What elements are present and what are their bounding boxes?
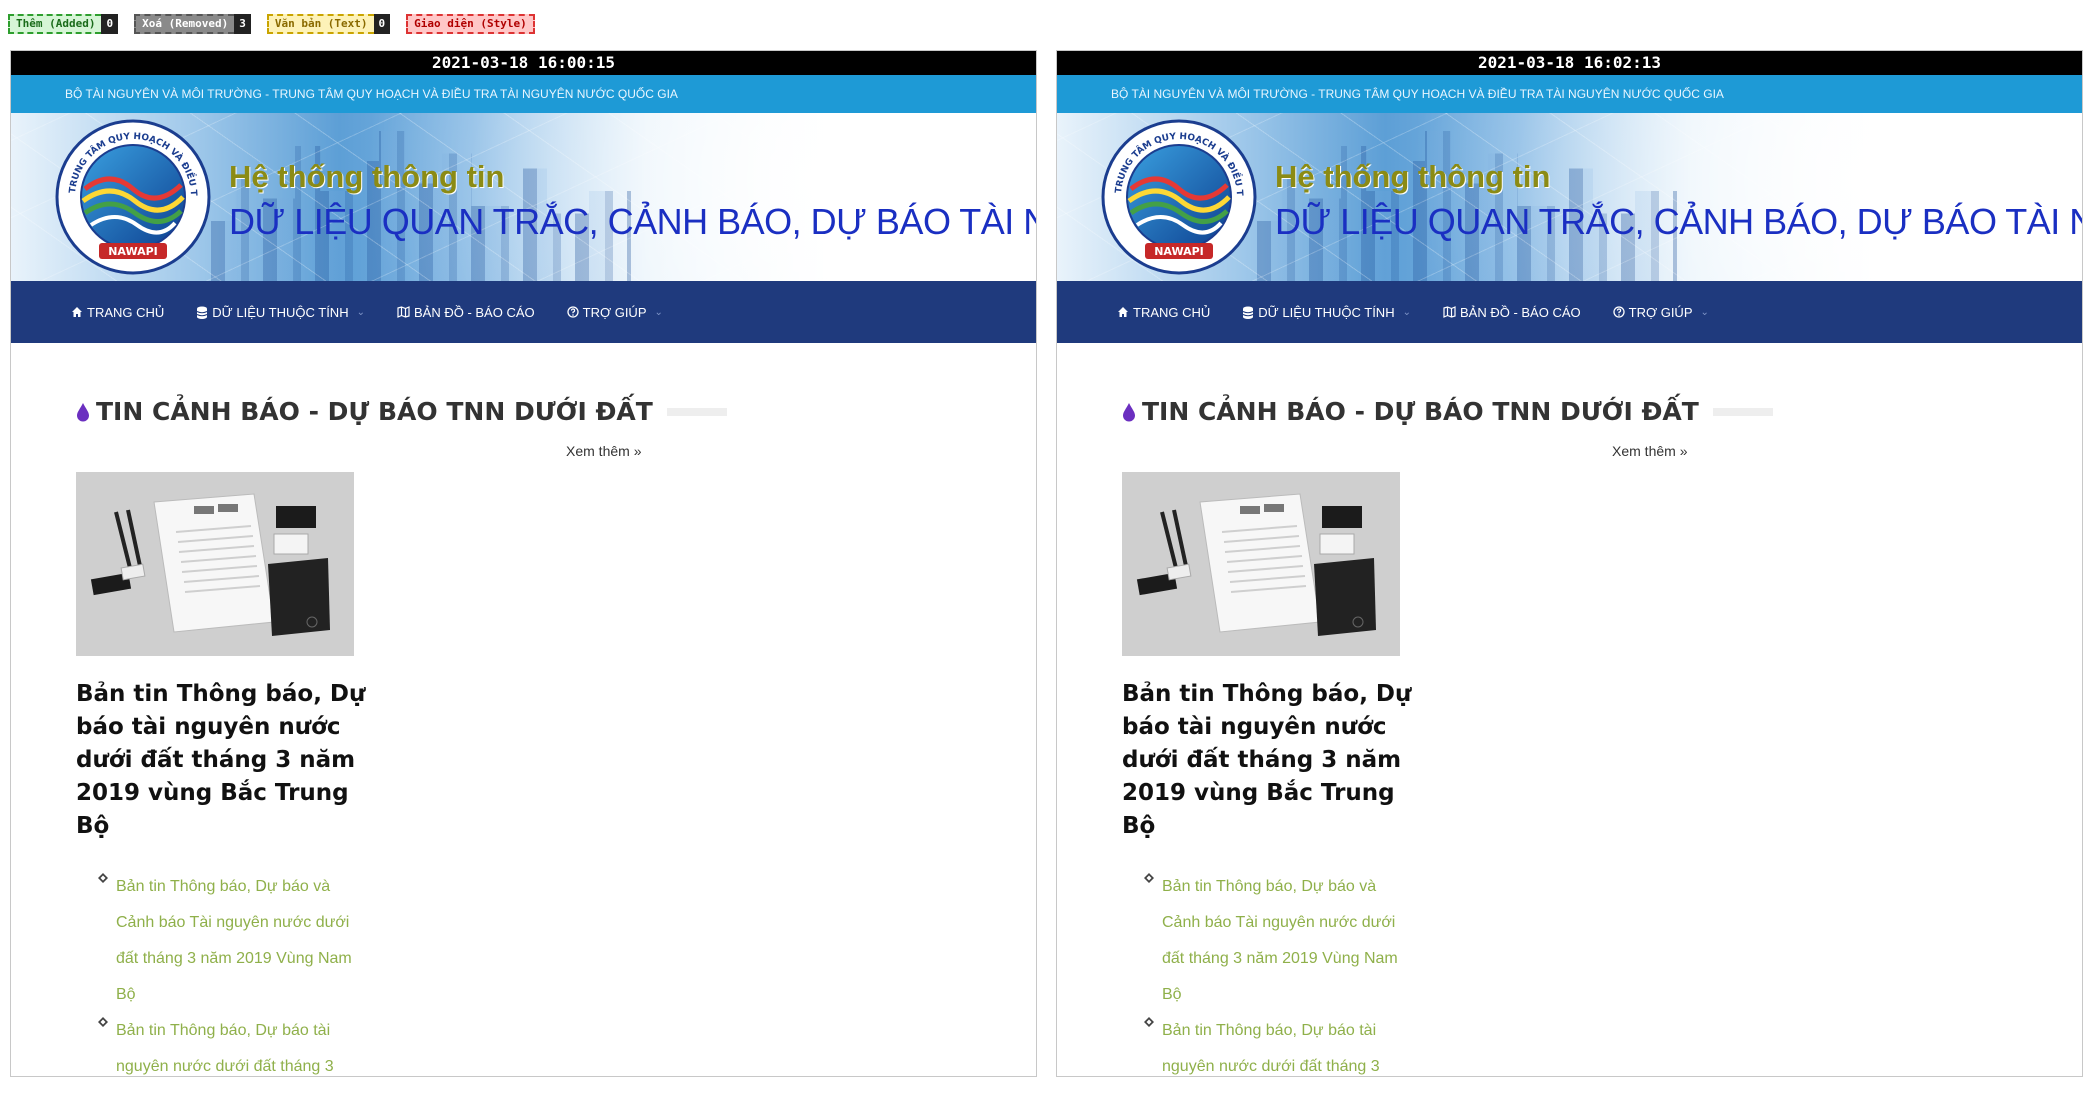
- main-content: TIN CẢNH BÁO - DỰ BÁO TNN DƯỚI ĐẤT Xem t…: [11, 343, 1036, 1076]
- legend-added-count: 0: [101, 14, 119, 34]
- site-banner: TRUNG TÂM QUY HOẠCH VÀ ĐIỀU TRA TÀI NGUY…: [1057, 113, 2082, 281]
- legend-added-label: Thêm (Added): [8, 14, 102, 34]
- section-header: TIN CẢNH BÁO - DỰ BÁO TNN DƯỚI ĐẤT: [1122, 397, 2082, 426]
- page-frame: BỘ TÀI NGUYÊN VÀ MÔI TRƯỜNG - TRUNG TÂM …: [1057, 75, 2082, 1076]
- main-navbar: TRANG CHỦ DỮ LIỆU THUỘC TÍNH ⌄ BẢN ĐỒ - …: [11, 281, 1036, 343]
- map-icon: [1443, 306, 1456, 318]
- legend-text-label: Văn bản (Text): [266, 14, 374, 34]
- system-title-line2: DỮ LIỆU QUAN TRẮC, CẢNH BÁO, DỰ BÁO TÀI …: [229, 201, 1036, 242]
- water-drop-icon: [1123, 402, 1135, 421]
- ministry-topbar: BỘ TÀI NGUYÊN VÀ MÔI TRƯỜNG - TRUNG TÂM …: [1057, 75, 2082, 113]
- list-item: Bản tin Thông báo, Dự báo và Cảnh báo Tà…: [1144, 869, 1414, 1013]
- nav-help-label: TRỢ GIÚP: [582, 304, 647, 320]
- nav-attribute-data[interactable]: DỮ LIỆU THUỘC TÍNH ⌄: [196, 305, 365, 320]
- section-header: TIN CẢNH BÁO - DỰ BÁO TNN DƯỚI ĐẤT: [76, 397, 1036, 426]
- snapshot-panel-right: 2021-03-18 16:02:13 BỘ TÀI NGUYÊN VÀ MÔI…: [1056, 50, 2083, 1077]
- database-icon: [197, 306, 208, 319]
- news-link[interactable]: Bản tin Thông báo, Dự báo tài nguyên nướ…: [116, 1013, 368, 1076]
- chevron-down-icon: ⌄: [356, 306, 365, 318]
- nav-home[interactable]: TRANG CHỦ: [1117, 305, 1210, 320]
- legend-removed-count: 3: [234, 14, 251, 34]
- nawapi-logo[interactable]: TRUNG TÂM QUY HOẠCH VÀ ĐIỀU TRA TÀI NGUY…: [1101, 119, 1257, 275]
- section-divider: [1712, 407, 1773, 416]
- chevron-down-icon: ⌄: [1402, 306, 1411, 318]
- ministry-topbar: BỘ TÀI NGUYÊN VÀ MÔI TRƯỜNG - TRUNG TÂM …: [11, 75, 1036, 113]
- nav-home[interactable]: TRANG CHỦ: [71, 305, 164, 320]
- legend-added: Thêm (Added) 0: [8, 14, 119, 34]
- diamond-bullet-icon: [1144, 1017, 1154, 1027]
- svg-text:NAWAPI: NAWAPI: [108, 245, 158, 258]
- nav-attribute-data-label: DỮ LIỆU THUỘC TÍNH: [1258, 304, 1395, 320]
- snapshot-panel-left: 2021-03-18 16:00:15 BỘ TÀI NGUYÊN VÀ MÔI…: [10, 50, 1037, 1077]
- see-more-link[interactable]: Xem thêm »: [566, 443, 641, 459]
- nav-map-report-label: BẢN ĐỒ - BÁO CÁO: [1459, 304, 1581, 320]
- list-item: Bản tin Thông báo, Dự báo và Cảnh báo Tà…: [98, 869, 368, 1013]
- system-title-line2: DỮ LIỆU QUAN TRẮC, CẢNH BÁO, DỰ BÁO TÀI …: [1275, 201, 2082, 242]
- section-divider: [666, 407, 727, 416]
- featured-news-title[interactable]: Bản tin Thông báo, Dự báo tài nguyên nướ…: [76, 678, 376, 843]
- map-icon: [397, 306, 410, 318]
- help-icon: [1612, 306, 1625, 318]
- news-thumbnail[interactable]: [76, 472, 354, 656]
- system-title-line1: Hệ thống thông tin: [229, 159, 505, 194]
- water-drop-icon: [77, 402, 89, 421]
- news-link[interactable]: Bản tin Thông báo, Dự báo và Cảnh báo Tà…: [1162, 869, 1414, 1013]
- legend-style: Giao diện (Style): [406, 14, 535, 34]
- stationery-mockup-image: [1122, 472, 1400, 656]
- legend-style-label: Giao diện (Style): [406, 14, 535, 34]
- see-more-link[interactable]: Xem thêm »: [1612, 443, 1687, 459]
- list-item: Bản tin Thông báo, Dự báo tài nguyên nướ…: [1144, 1013, 1414, 1076]
- featured-news-title[interactable]: Bản tin Thông báo, Dự báo tài nguyên nướ…: [1122, 678, 1422, 843]
- section-title: TIN CẢNH BÁO - DỰ BÁO TNN DƯỚI ĐẤT: [1142, 397, 1699, 426]
- list-item: Bản tin Thông báo, Dự báo tài nguyên nướ…: [98, 1013, 368, 1076]
- system-title-line1: Hệ thống thông tin: [1275, 159, 1551, 194]
- nav-help[interactable]: TRỢ GIÚP ⌄: [1612, 304, 1709, 320]
- stationery-mockup-image: [76, 472, 354, 656]
- diamond-bullet-icon: [1144, 873, 1154, 883]
- section-title: TIN CẢNH BÁO - DỰ BÁO TNN DƯỚI ĐẤT: [96, 397, 653, 426]
- main-navbar: TRANG CHỦ DỮ LIỆU THUỘC TÍNH ⌄ BẢN ĐỒ - …: [1057, 281, 2082, 343]
- home-icon: [1118, 307, 1128, 317]
- related-news-list: Bản tin Thông báo, Dự báo và Cảnh báo Tà…: [1122, 869, 1414, 1076]
- news-link[interactable]: Bản tin Thông báo, Dự báo tài nguyên nướ…: [1162, 1013, 1414, 1076]
- diamond-bullet-icon: [98, 873, 108, 883]
- nav-attribute-data-label: DỮ LIỆU THUỘC TÍNH: [212, 304, 349, 320]
- diff-legend: Thêm (Added) 0 Xoá (Removed) 3 Văn bản (…: [8, 14, 535, 34]
- news-link[interactable]: Bản tin Thông báo, Dự báo và Cảnh báo Tà…: [116, 869, 368, 1013]
- page-frame: BỘ TÀI NGUYÊN VÀ MÔI TRƯỜNG - TRUNG TÂM …: [11, 75, 1036, 1076]
- chevron-down-icon: ⌄: [654, 306, 663, 318]
- nav-map-report[interactable]: BẢN ĐỒ - BÁO CÁO: [1443, 305, 1581, 320]
- site-banner: TRUNG TÂM QUY HOẠCH VÀ ĐIỀU TRA TÀI NGUY…: [11, 113, 1036, 281]
- legend-text-count: 0: [373, 14, 391, 34]
- nav-attribute-data[interactable]: DỮ LIỆU THUỘC TÍNH ⌄: [1242, 305, 1411, 320]
- help-icon: [566, 306, 579, 318]
- nav-home-label: TRANG CHỦ: [87, 304, 165, 320]
- legend-text: Văn bản (Text) 0: [266, 14, 391, 34]
- snapshot-timestamp: 2021-03-18 16:00:15: [11, 51, 1036, 75]
- legend-removed-label: Xoá (Removed): [134, 14, 235, 34]
- main-content: TIN CẢNH BÁO - DỰ BÁO TNN DƯỚI ĐẤT Xem t…: [1057, 343, 2082, 1076]
- home-icon: [72, 307, 82, 317]
- related-news-list: Bản tin Thông báo, Dự báo và Cảnh báo Tà…: [76, 869, 368, 1076]
- nav-help-label: TRỢ GIÚP: [1628, 304, 1693, 320]
- chevron-down-icon: ⌄: [1700, 306, 1709, 318]
- nav-help[interactable]: TRỢ GIÚP ⌄: [566, 304, 663, 320]
- nav-home-label: TRANG CHỦ: [1133, 304, 1211, 320]
- nav-map-report[interactable]: BẢN ĐỒ - BÁO CÁO: [397, 305, 535, 320]
- database-icon: [1243, 306, 1254, 319]
- nawapi-logo[interactable]: TRUNG TÂM QUY HOẠCH VÀ ĐIỀU TRA TÀI NGUY…: [55, 119, 211, 275]
- nav-map-report-label: BẢN ĐỒ - BÁO CÁO: [413, 304, 535, 320]
- snapshot-timestamp: 2021-03-18 16:02:13: [1057, 51, 2082, 75]
- svg-text:NAWAPI: NAWAPI: [1154, 245, 1204, 258]
- news-thumbnail[interactable]: [1122, 472, 1400, 656]
- legend-removed: Xoá (Removed) 3: [134, 14, 251, 34]
- diamond-bullet-icon: [98, 1017, 108, 1027]
